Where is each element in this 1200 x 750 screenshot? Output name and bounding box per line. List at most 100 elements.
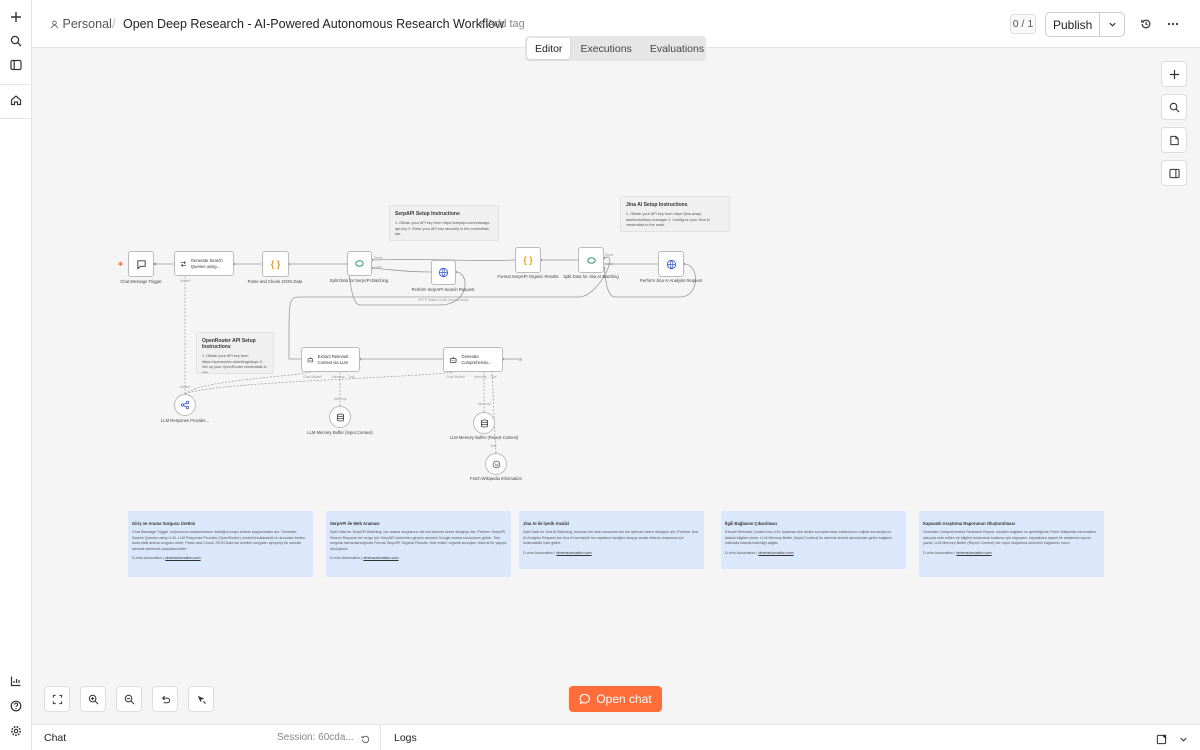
note-title: Jina AI Setup Instructions bbox=[626, 202, 688, 208]
description-card[interactable]: Giriş ve Arama Sorgusu Üretimi Chat Mess… bbox=[128, 511, 313, 577]
node-label: Format SerpAPI Organic Results bbox=[497, 274, 559, 279]
open-chat-label: Open chat bbox=[596, 692, 652, 706]
card-link[interactable]: dmimautomation.com bbox=[363, 556, 398, 560]
port-label-tool: Tool bbox=[490, 444, 497, 448]
loop-icon bbox=[586, 256, 596, 264]
bottom-panel-bar: Chat Session: 60cda... Logs bbox=[32, 724, 1200, 750]
connection-provider-extract bbox=[184, 371, 312, 395]
code-braces-icon: { } bbox=[523, 255, 533, 265]
chat-panel-label[interactable]: Chat bbox=[44, 732, 66, 744]
popout-icon[interactable] bbox=[1156, 732, 1167, 750]
card-link[interactable]: dmimautomation.com bbox=[556, 551, 591, 555]
node-memory-report[interactable] bbox=[473, 412, 495, 434]
card-title: İlgili Bağlamın Çıkarılması bbox=[725, 521, 777, 526]
node-memory-input[interactable] bbox=[329, 406, 351, 428]
card-footer: D-mim Automation | dmimautomation.com bbox=[330, 556, 399, 561]
transform-icon bbox=[180, 260, 187, 267]
card-body: Extract Relevant Context via LLM, toplan… bbox=[725, 530, 892, 546]
node-label: LLM Memory Buffer (Report Context) bbox=[449, 435, 519, 440]
node-label: Split Data for Jina AI Batching bbox=[563, 274, 619, 279]
node-label: Chat Message Trigger bbox=[120, 279, 162, 284]
port-label-tool-output: HTTP Status Code (empty body) bbox=[418, 298, 469, 302]
note-title: SerpAPI Setup Instructions bbox=[395, 211, 460, 217]
node-label: Generate Comprehensiv... bbox=[461, 354, 492, 365]
description-card[interactable]: Jina AI ile İçerik Analizi Split Data fo… bbox=[519, 511, 704, 569]
node-label: Split Data for SerpAPI Batching bbox=[329, 278, 389, 283]
note-body: 1. Obtain your API key from https://serp… bbox=[395, 221, 491, 237]
code-braces-icon: { } bbox=[270, 259, 281, 269]
session-id: Session: 60cda... bbox=[277, 732, 354, 743]
card-title: Jina AI ile İçerik Analizi bbox=[523, 521, 570, 526]
node-parse-chunk[interactable]: { } bbox=[262, 251, 289, 277]
note-title: OpenRouter API Setup Instructions bbox=[202, 338, 256, 350]
zoom-in-icon bbox=[88, 694, 98, 704]
node-split-serpapi[interactable] bbox=[347, 251, 372, 276]
ai-agent-icon bbox=[449, 356, 457, 363]
node-fetch-wiki[interactable]: W bbox=[485, 453, 507, 475]
card-link[interactable]: dmimautomation.com bbox=[758, 551, 793, 555]
port-label-done: Done bbox=[605, 253, 614, 257]
loop-icon bbox=[355, 260, 364, 267]
panel-divider bbox=[380, 725, 381, 750]
cursor-sparkle-icon bbox=[197, 695, 206, 704]
note-body: 1. Obtain your API key from https://jina… bbox=[626, 212, 710, 228]
tidy-up-button[interactable] bbox=[188, 686, 214, 712]
share-nodes-icon bbox=[180, 400, 190, 410]
card-title: Giriş ve Arama Sorgusu Üretimi bbox=[132, 521, 196, 526]
card-title: Kapsamlı Araştırma Raporunun Oluşturulma… bbox=[923, 521, 1015, 526]
card-footer: D-mim Automation | dmimautomation.com bbox=[523, 550, 592, 555]
port-label-chat-model: Chat Model* bbox=[303, 375, 323, 379]
node-label: LLM Memory Buffer (Input Context) bbox=[307, 430, 373, 435]
node-label: Parse and Chunk JSON Data bbox=[247, 279, 303, 284]
svg-text:W: W bbox=[494, 462, 499, 467]
collapse-icon[interactable] bbox=[1178, 732, 1189, 750]
node-label: LLM Response Provider... bbox=[160, 418, 210, 423]
zoom-out-button[interactable] bbox=[116, 686, 142, 712]
wikipedia-icon: W bbox=[492, 460, 500, 468]
port-label-model: Model* bbox=[180, 385, 191, 389]
card-footer: D-mim Automation | dmimautomation.com bbox=[725, 550, 794, 555]
description-card[interactable]: SerpAPI ile Web Araması Split Data for S… bbox=[326, 511, 511, 577]
port-label-memory: Memory bbox=[332, 375, 345, 379]
port-label-tool: Tool bbox=[490, 375, 497, 379]
description-card[interactable]: İlgili Bağlamın Çıkarılması Extract Rele… bbox=[721, 511, 906, 569]
zoom-in-button[interactable] bbox=[80, 686, 106, 712]
node-format-serpapi[interactable]: { } bbox=[515, 247, 541, 273]
node-generate-queries[interactable]: Generate Search Queries using... bbox=[174, 251, 234, 276]
port-label-memory: Memory bbox=[474, 375, 487, 379]
undo-icon bbox=[161, 695, 170, 703]
card-body: Split Data for SerpAPI Batching, her ara… bbox=[330, 530, 507, 551]
connection-wiki-report bbox=[491, 371, 497, 454]
open-chat-button[interactable]: Open chat bbox=[569, 686, 662, 712]
note-serpapi-setup[interactable]: SerpAPI Setup Instructions 1. Obtain you… bbox=[389, 205, 499, 241]
trigger-bolt-marker: ✱ bbox=[118, 261, 123, 268]
node-extract-context[interactable]: Extract Relevant Context via LLM bbox=[301, 347, 360, 372]
fit-view-button[interactable] bbox=[44, 686, 70, 712]
note-jina-setup[interactable]: Jina AI Setup Instructions 1. Obtain you… bbox=[620, 196, 730, 232]
note-openrouter-setup[interactable]: OpenRouter API Setup Instructions 1. Obt… bbox=[196, 332, 274, 374]
undo-button[interactable] bbox=[152, 686, 178, 712]
description-card[interactable]: Kapsamlı Araştırma Raporunun Oluşturulma… bbox=[919, 511, 1104, 577]
node-label: Extract Relevant Context via LLM bbox=[317, 354, 349, 365]
node-chat-trigger[interactable] bbox=[128, 251, 154, 277]
ai-agent-icon bbox=[307, 356, 313, 362]
node-perform-jina[interactable] bbox=[658, 251, 684, 277]
chat-bubble-icon bbox=[579, 693, 591, 705]
node-split-jina[interactable] bbox=[578, 247, 604, 273]
database-icon bbox=[336, 413, 344, 421]
node-label: Perform Jina AI Analysis Request bbox=[640, 278, 702, 283]
port-label-memory: Memory bbox=[478, 402, 491, 406]
node-perform-serpapi[interactable] bbox=[431, 260, 456, 285]
globe-icon bbox=[666, 259, 676, 269]
port-label-chat-model: Chat Model* bbox=[446, 375, 466, 379]
refresh-session-icon[interactable] bbox=[360, 732, 371, 750]
port-label-done: Done bbox=[374, 256, 383, 260]
node-generate-report[interactable]: Generate Comprehensiv... bbox=[443, 347, 503, 372]
note-body: 1. Obtain your API key from https://open… bbox=[202, 354, 267, 374]
chat-bubble-icon bbox=[136, 259, 146, 270]
logs-panel-label[interactable]: Logs bbox=[394, 732, 417, 744]
node-llm-provider[interactable] bbox=[174, 394, 196, 416]
card-link[interactable]: dmimautomation.com bbox=[956, 551, 991, 555]
node-label: Perform SerpAPI Search Request bbox=[411, 287, 475, 292]
card-link[interactable]: dmimautomation.com bbox=[165, 556, 200, 560]
